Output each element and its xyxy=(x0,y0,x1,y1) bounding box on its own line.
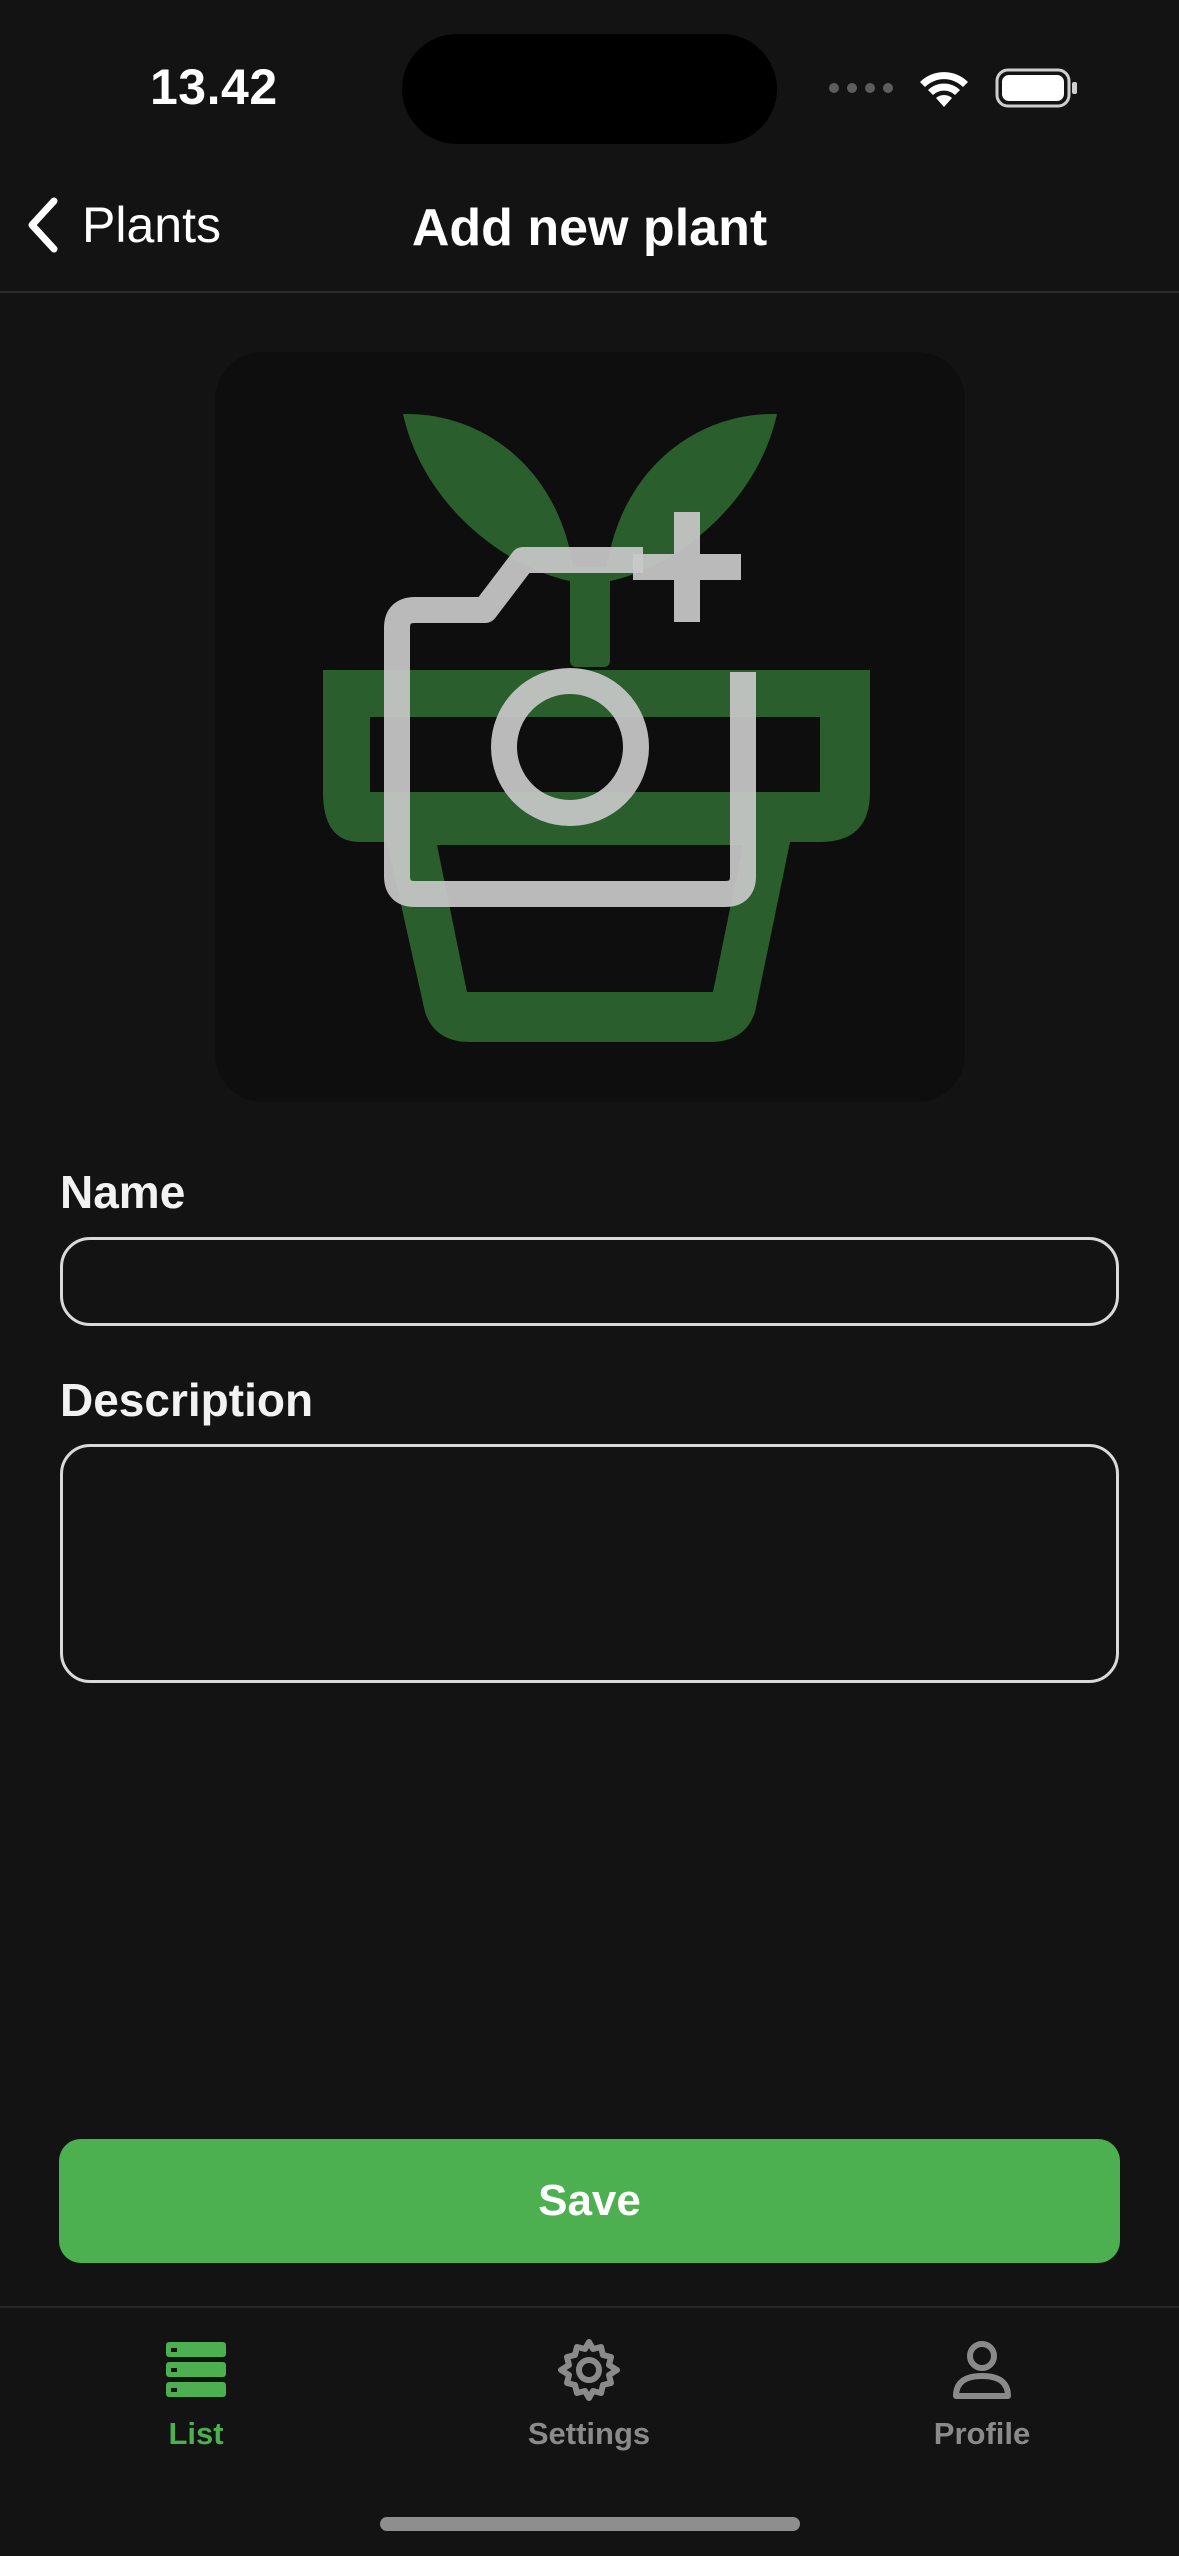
name-input[interactable] xyxy=(60,1237,1119,1326)
photo-placeholder xyxy=(323,413,870,1042)
description-input[interactable] xyxy=(60,1444,1119,1683)
dynamic-island xyxy=(402,34,777,144)
tab-profile-label: Profile xyxy=(933,2416,1031,2451)
tab-settings-label: Settings xyxy=(527,2416,651,2451)
battery-icon xyxy=(995,68,1077,108)
gear-icon xyxy=(558,2339,620,2401)
page-title: Add new plant xyxy=(411,199,768,257)
name-label: Name xyxy=(60,1166,186,1218)
wifi-icon xyxy=(920,72,968,107)
navigation-bar: Plants Add new plant xyxy=(0,160,1179,293)
tab-list[interactable]: List xyxy=(76,2338,316,2488)
list-icon xyxy=(166,2342,226,2397)
status-time: 13.42 xyxy=(150,59,278,115)
save-button[interactable]: Save xyxy=(59,2139,1120,2263)
tab-list-label: List xyxy=(168,2416,224,2451)
add-photo-button[interactable] xyxy=(215,352,965,1102)
person-icon xyxy=(953,2341,1011,2399)
status-bar: 13.42 xyxy=(0,0,1179,160)
description-label: Description xyxy=(60,1374,314,1426)
home-indicator xyxy=(380,2517,800,2531)
status-indicators xyxy=(829,60,1079,116)
tab-profile[interactable]: Profile xyxy=(862,2338,1102,2488)
cellular-signal-icon xyxy=(829,83,893,93)
tab-settings[interactable]: Settings xyxy=(469,2338,709,2488)
